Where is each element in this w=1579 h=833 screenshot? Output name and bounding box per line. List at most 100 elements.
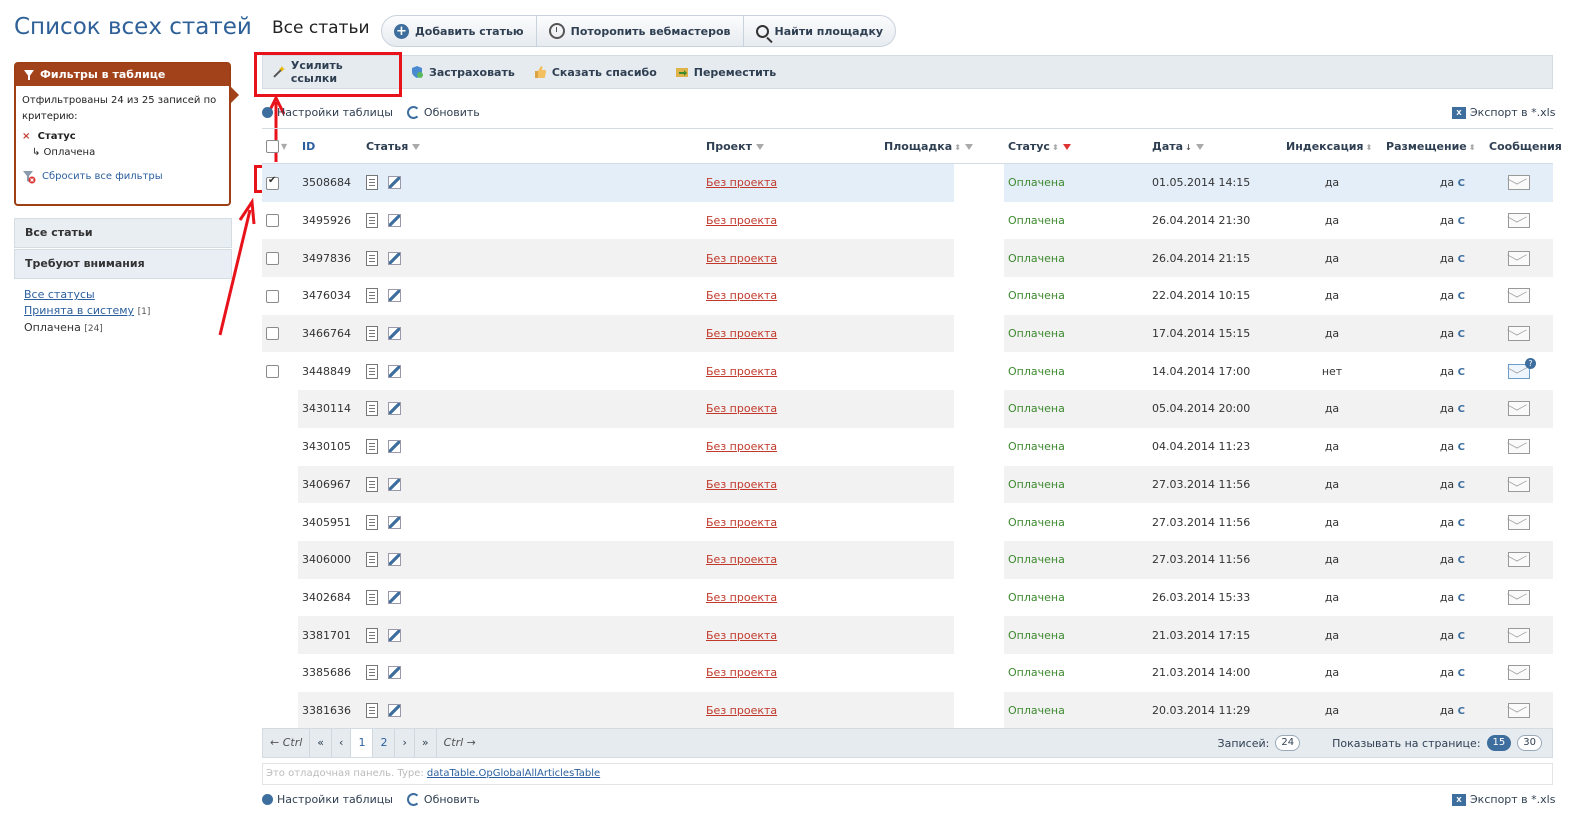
envelope-icon[interactable] <box>1508 552 1531 568</box>
recheck-icon[interactable]: C <box>1458 555 1465 566</box>
row-select-cell[interactable] <box>262 390 298 428</box>
recheck-icon[interactable]: C <box>1458 593 1465 604</box>
refresh-link[interactable]: Обновить <box>406 106 480 119</box>
row-select-cell[interactable] <box>262 239 298 278</box>
table-row[interactable]: 3405951 Без проекта Оплачена 27.03.2014 11:… <box>262 503 1554 541</box>
first-page-button[interactable]: « <box>310 729 333 757</box>
project-link[interactable]: Без проекта <box>706 591 777 604</box>
row-select-cell[interactable] <box>262 201 298 240</box>
document-icon[interactable] <box>366 665 378 681</box>
document-icon[interactable] <box>366 627 378 643</box>
recheck-icon[interactable]: C <box>1458 480 1465 491</box>
row-messages[interactable] <box>1485 201 1554 240</box>
row-checkbox[interactable] <box>266 251 279 265</box>
envelope-icon[interactable] <box>1508 288 1531 304</box>
row-messages[interactable] <box>1485 691 1554 730</box>
select-menu-icon[interactable]: ▼ <box>281 142 287 151</box>
envelope-icon[interactable] <box>1508 665 1531 681</box>
table-row[interactable]: 3495926 Без проекта Оплачена 26.04.2014 21:… <box>262 201 1554 240</box>
per-page-15[interactable]: 15 <box>1486 735 1512 751</box>
envelope-icon[interactable] <box>1508 213 1531 229</box>
recheck-icon[interactable]: C <box>1458 329 1465 340</box>
project-link[interactable]: Без проекта <box>706 176 777 189</box>
row-messages[interactable] <box>1485 578 1554 617</box>
next-page-button[interactable]: › <box>395 729 415 757</box>
project-link[interactable]: Без проекта <box>706 478 777 491</box>
table-row[interactable]: 3430105 Без проекта Оплачена 04.04.2014 11:… <box>262 427 1554 466</box>
nav-all-articles[interactable]: Все статьи <box>14 218 232 248</box>
project-link[interactable]: Без проекта <box>706 629 777 642</box>
row-messages[interactable] <box>1485 653 1554 692</box>
row-messages[interactable] <box>1485 540 1554 579</box>
document-icon[interactable] <box>366 589 378 605</box>
say-thanks-button[interactable]: Сказать спасибо <box>524 55 666 89</box>
recheck-icon[interactable]: C <box>1458 518 1465 529</box>
edit-icon[interactable] <box>388 214 401 228</box>
recheck-icon[interactable]: C <box>1458 631 1465 642</box>
table-row[interactable]: 3430114 Без проекта Оплачена 05.04.2014 20:… <box>262 390 1554 428</box>
filter-project-icon[interactable] <box>755 143 764 150</box>
project-link[interactable]: Без проекта <box>706 440 777 453</box>
document-icon[interactable] <box>366 514 378 530</box>
project-link[interactable]: Без проекта <box>706 402 777 415</box>
row-messages[interactable] <box>1485 465 1554 504</box>
col-id[interactable]: ID <box>298 128 362 164</box>
reset-filters-link[interactable]: Сбросить все фильтры <box>22 169 223 185</box>
document-icon[interactable] <box>366 476 378 492</box>
recheck-icon[interactable]: C <box>1458 404 1465 415</box>
recheck-icon[interactable]: C <box>1458 668 1465 679</box>
debug-type-link[interactable]: dataTable.OpGlobalAllArticlesTable <box>427 768 600 779</box>
row-checkbox[interactable] <box>266 327 279 341</box>
add-article-button[interactable]: + Добавить статью <box>382 16 537 46</box>
edit-icon[interactable] <box>388 666 401 680</box>
recheck-icon[interactable]: C <box>1458 178 1465 189</box>
export-xls-link[interactable]: X Экспорт в *.xls <box>1452 106 1555 119</box>
per-page-30[interactable]: 30 <box>1517 735 1542 751</box>
recheck-icon[interactable]: C <box>1458 216 1465 227</box>
remove-criterion-icon[interactable]: × <box>22 131 30 142</box>
filter-date-icon[interactable] <box>1195 143 1204 150</box>
recheck-icon[interactable]: C <box>1458 706 1465 717</box>
project-link[interactable]: Без проекта <box>706 289 777 302</box>
status-all-link[interactable]: Все статусы <box>24 288 95 301</box>
table-row[interactable]: 3406967 Без проекта Оплачена 27.03.2014 11:… <box>262 465 1554 504</box>
edit-icon[interactable] <box>388 515 401 529</box>
edit-icon[interactable] <box>388 553 401 567</box>
hurry-webmasters-button[interactable]: Поторопить вебмастеров <box>537 16 744 46</box>
envelope-icon[interactable] <box>1508 175 1531 191</box>
row-select-cell[interactable] <box>262 352 298 391</box>
recheck-icon[interactable]: C <box>1458 442 1465 453</box>
row-checkbox[interactable] <box>266 365 279 379</box>
table-row[interactable]: 3476034 Без проекта Оплачена 22.04.2014 10:… <box>262 277 1554 315</box>
row-select-cell[interactable] <box>262 277 298 315</box>
table-row[interactable]: 3381636 Без проекта Оплачена 20.03.2014 11:… <box>262 691 1554 730</box>
row-messages[interactable] <box>1485 390 1554 428</box>
filter-article-icon[interactable] <box>412 143 421 150</box>
row-messages[interactable]: ? <box>1485 352 1554 391</box>
envelope-icon[interactable] <box>1508 439 1531 455</box>
sort-date-icon[interactable]: ↓ <box>1185 143 1192 152</box>
col-date[interactable]: Дата ↓ <box>1148 128 1283 164</box>
project-link[interactable]: Без проекта <box>706 553 777 566</box>
col-indexing[interactable]: Индексация ⬍ <box>1282 128 1383 164</box>
row-select-cell[interactable] <box>262 503 298 541</box>
row-select-cell[interactable] <box>262 465 298 504</box>
refresh-link-bottom[interactable]: Обновить <box>406 793 480 806</box>
nav-need-attention[interactable]: Требуют внимания <box>14 249 232 279</box>
row-checkbox[interactable] <box>266 214 279 228</box>
project-link[interactable]: Без проекта <box>706 704 777 717</box>
last-page-button[interactable]: » <box>415 729 437 757</box>
edit-icon[interactable] <box>388 402 401 416</box>
row-select-cell[interactable] <box>262 163 298 202</box>
row-checkbox[interactable] <box>266 289 279 303</box>
row-messages[interactable] <box>1485 163 1554 202</box>
sort-site-icon[interactable]: ⬍ <box>954 143 961 152</box>
row-select-cell[interactable] <box>262 578 298 617</box>
recheck-icon[interactable]: C <box>1458 367 1465 378</box>
document-icon[interactable] <box>366 250 378 266</box>
sort-placement-icon[interactable]: ⬍ <box>1469 143 1476 152</box>
col-site[interactable]: Площадка ⬍ <box>880 128 1005 164</box>
envelope-icon[interactable] <box>1508 589 1531 605</box>
table-row[interactable]: 3448849 Без проекта Оплачена 14.04.2014 17:… <box>262 352 1554 391</box>
project-link[interactable]: Без проекта <box>706 252 777 265</box>
